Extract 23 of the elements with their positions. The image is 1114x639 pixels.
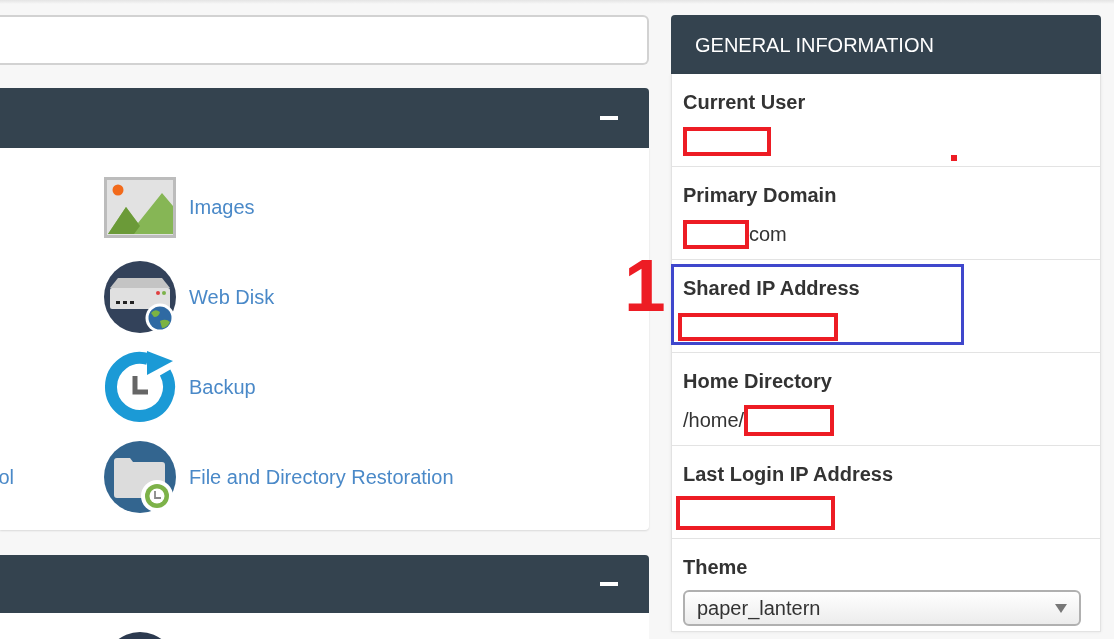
annotation-number: 1 xyxy=(624,248,666,323)
field-value: com xyxy=(749,222,787,247)
app-link[interactable]: Images xyxy=(189,193,255,221)
panel-title: GENERAL INFORMATION xyxy=(695,32,934,58)
app-link[interactable]: Backup xyxy=(189,373,256,401)
field-value: /home/ xyxy=(683,408,745,433)
app-link[interactable]: Web Disk xyxy=(189,283,275,311)
field-label: Shared IP Address xyxy=(683,276,860,300)
theme-select[interactable]: paper_lantern xyxy=(683,590,1081,626)
field-label: Last Login IP Address xyxy=(683,462,894,486)
folder-clock-icon[interactable] xyxy=(104,441,176,513)
field-label: Primary Domain xyxy=(683,183,837,207)
app-link[interactable]: ol xyxy=(0,463,14,491)
field-label: Theme xyxy=(683,555,748,579)
app-link[interactable]: File and Directory Restoration xyxy=(189,463,454,491)
redaction-box xyxy=(683,219,749,249)
caret-icon xyxy=(1055,603,1067,613)
server-globe-icon[interactable] xyxy=(104,261,176,333)
search-field[interactable] xyxy=(0,15,649,65)
field-label: Current User xyxy=(683,90,806,114)
clock-arrow-icon[interactable] xyxy=(104,351,176,423)
field-label: Home Directory xyxy=(683,369,832,393)
image-icon[interactable] xyxy=(104,176,176,238)
